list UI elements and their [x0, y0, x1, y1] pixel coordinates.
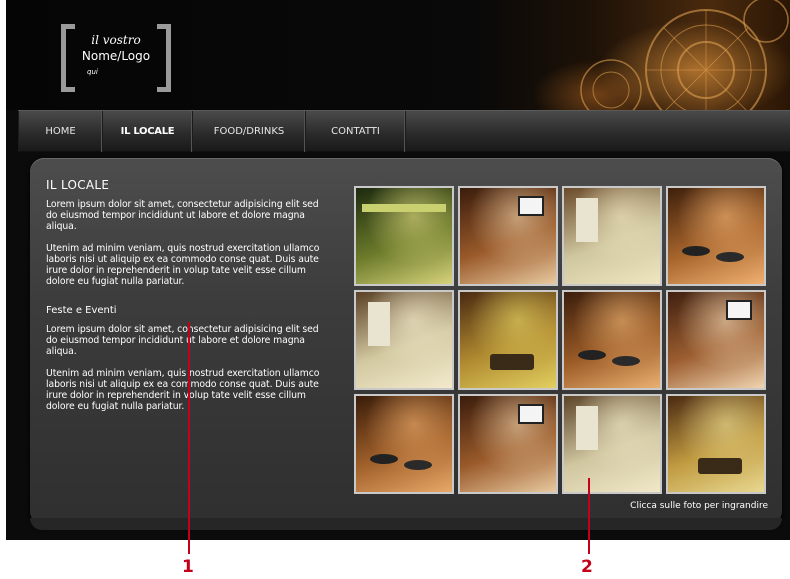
- callout-number-1: 1: [182, 557, 194, 577]
- logo-text-line3: qui: [87, 68, 98, 76]
- text-column: IL LOCALE Lorem ipsum dolor sit amet, co…: [46, 178, 326, 423]
- bar-stool: [370, 454, 398, 464]
- dining-table: [698, 458, 742, 474]
- window-panel: [576, 406, 598, 450]
- tv-screen: [518, 196, 544, 216]
- tv-screen: [518, 404, 544, 424]
- gallery-thumbnail[interactable]: [666, 290, 766, 390]
- gallery-thumbnail[interactable]: [354, 290, 454, 390]
- bar-stool: [682, 246, 710, 256]
- window-panel: [576, 198, 598, 242]
- events-paragraph: Lorem ipsum dolor sit amet, consectetur …: [46, 324, 319, 357]
- callout-line-2: [588, 478, 590, 554]
- section-title: IL LOCALE: [46, 178, 110, 192]
- nav-item-contatti[interactable]: CONTATTI: [306, 111, 406, 152]
- gallery-thumbnail[interactable]: [458, 186, 558, 286]
- photo-lighting: [356, 396, 452, 492]
- logo-text-line1: il vostro: [91, 33, 141, 47]
- logo[interactable]: il vostro Nome/Logo qui: [61, 24, 171, 94]
- window-panel: [368, 302, 390, 346]
- gallery-thumbnail[interactable]: [666, 394, 766, 494]
- gallery-thumbnail[interactable]: [354, 186, 454, 286]
- callout-line-1: [188, 322, 190, 554]
- gallery-thumbnail[interactable]: [458, 290, 558, 390]
- content-panel-footer: [30, 518, 782, 530]
- events-paragraph-2: Utenim ad minim veniam, quis nostrud exe…: [46, 368, 320, 412]
- photo-lighting: [668, 188, 764, 284]
- bar-stool: [578, 350, 606, 360]
- gallery-thumbnail[interactable]: [562, 394, 662, 494]
- intro-paragraph: Lorem ipsum dolor sit amet, consectetur …: [46, 199, 319, 232]
- clockwork-decoration: [580, 0, 789, 110]
- gallery-caption: Clicca sulle foto per ingrandire: [630, 501, 768, 511]
- nav-item-food-drinks[interactable]: FOOD/DRINKS: [193, 111, 306, 152]
- nav-item-home[interactable]: HOME: [18, 111, 103, 152]
- nav-item-il-locale[interactable]: IL LOCALE: [103, 111, 193, 152]
- photo-lighting: [460, 292, 556, 388]
- logo-text-line2: Nome/Logo: [81, 49, 151, 63]
- tv-screen: [726, 300, 752, 320]
- photo-lighting: [668, 396, 764, 492]
- events-heading: Feste e Eventi: [46, 305, 117, 316]
- photo-lighting: [564, 292, 660, 388]
- intro-paragraph-2: Utenim ad minim veniam, quis nostrud exe…: [46, 243, 320, 287]
- main-navigation: HOME IL LOCALE FOOD/DRINKS CONTATTI: [18, 110, 790, 152]
- header-banner: il vostro Nome/Logo qui: [6, 0, 790, 110]
- shop-sign: [362, 204, 446, 212]
- callout-number-2: 2: [581, 557, 593, 577]
- photo-lighting: [356, 188, 452, 284]
- gallery-thumbnail[interactable]: [562, 186, 662, 286]
- gallery-thumbnail[interactable]: [666, 186, 766, 286]
- photo-gallery: [354, 186, 768, 496]
- gallery-thumbnail[interactable]: [458, 394, 558, 494]
- dining-table: [490, 354, 534, 370]
- gallery-thumbnail[interactable]: [354, 394, 454, 494]
- gallery-thumbnail[interactable]: [562, 290, 662, 390]
